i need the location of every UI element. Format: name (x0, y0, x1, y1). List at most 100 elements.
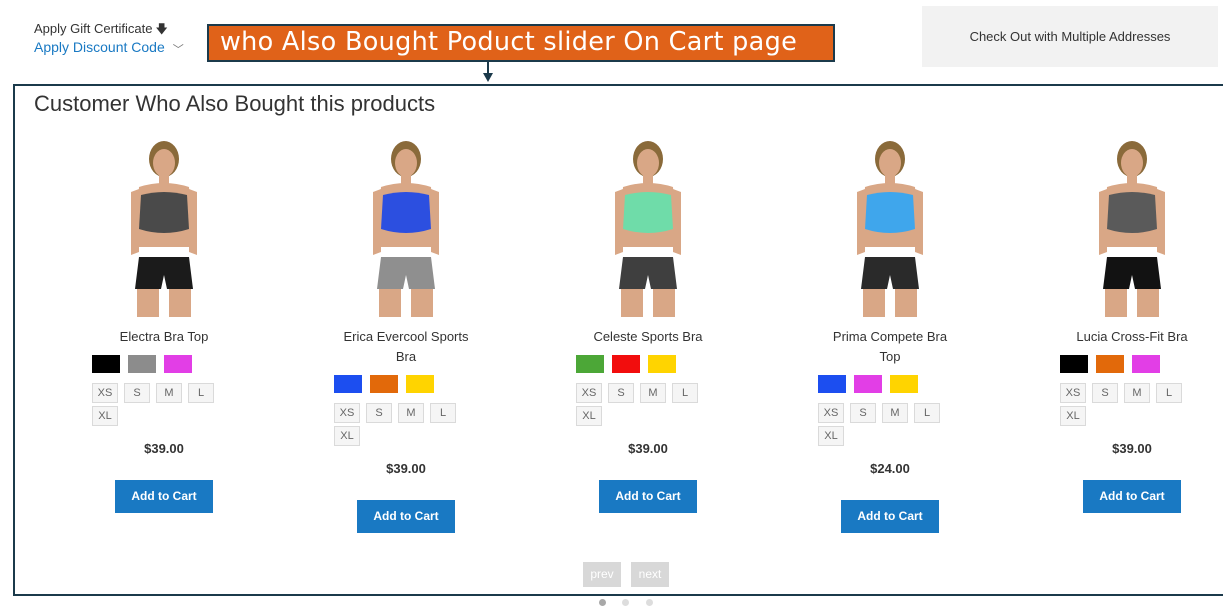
size-option[interactable]: M (1124, 383, 1150, 403)
color-swatch[interactable] (612, 355, 640, 373)
size-options: XS S M L XL (818, 403, 958, 449)
discount-code-label: Apply Discount Code (34, 39, 165, 55)
size-option[interactable]: M (156, 383, 182, 403)
size-option[interactable]: S (608, 383, 634, 403)
size-option[interactable]: L (914, 403, 940, 423)
product-name-line1: Electra Bra Top (119, 329, 209, 344)
annotation-banner: who Also Bought Poduct slider On Cart pa… (207, 24, 835, 62)
slider-dot[interactable] (646, 599, 653, 606)
size-option[interactable]: S (1092, 383, 1118, 403)
size-options: XS S M L XL (576, 383, 716, 429)
annotation-arrow-icon (483, 73, 493, 82)
arrow-down-icon: 🡇 (155, 22, 168, 36)
size-option[interactable]: L (188, 383, 214, 403)
product-name-line2: Bra (395, 349, 417, 364)
product-price: $39.00 (628, 441, 668, 456)
product-image[interactable] (1077, 137, 1187, 317)
product-options: XS S M L XL (69, 355, 259, 429)
cart-page: Apply Gift Certificate 🡇 Apply Discount C… (0, 0, 1223, 607)
product-name[interactable]: Celeste Sports Bra (553, 327, 743, 347)
product-price: $24.00 (870, 461, 910, 476)
product-name[interactable]: Prima Compete Bra Top (795, 327, 985, 367)
color-swatch[interactable] (92, 355, 120, 373)
size-option[interactable]: S (366, 403, 392, 423)
product-options: XS S M L XL (553, 355, 743, 429)
color-swatch[interactable] (370, 375, 398, 393)
color-swatch[interactable] (164, 355, 192, 373)
product-image[interactable] (835, 137, 945, 317)
size-option[interactable]: XS (334, 403, 360, 423)
product-card: Prima Compete Bra Top XS S M L XL $24.00 Add to … (795, 137, 985, 533)
size-option[interactable]: XS (818, 403, 844, 423)
color-swatch[interactable] (128, 355, 156, 373)
product-name[interactable]: Lucia Cross-Fit Bra (1037, 327, 1223, 347)
size-option[interactable]: XS (92, 383, 118, 403)
multi-address-label: Check Out with Multiple Addresses (969, 29, 1171, 44)
product-name-line1: Prima Compete Bra (832, 329, 948, 344)
size-option[interactable]: S (850, 403, 876, 423)
add-to-cart-button[interactable]: Add to Cart (1083, 480, 1181, 513)
product-name[interactable]: Electra Bra Top (69, 327, 259, 347)
product-image[interactable] (593, 137, 703, 317)
add-to-cart-button[interactable]: Add to Cart (357, 500, 455, 533)
chevron-down-icon: ﹀ (172, 44, 184, 56)
size-option[interactable]: XS (1060, 383, 1086, 403)
next-button[interactable]: next (631, 562, 669, 587)
size-option[interactable]: XL (92, 406, 118, 426)
product-price: $39.00 (386, 461, 426, 476)
color-swatches (92, 355, 259, 373)
product-price: $39.00 (144, 441, 184, 456)
product-image[interactable] (351, 137, 461, 317)
size-options: XS S M L XL (92, 383, 232, 429)
add-to-cart-button[interactable]: Add to Cart (115, 480, 213, 513)
product-card: Lucia Cross-Fit Bra XS S M L XL $39.00 Add to C… (1037, 137, 1223, 513)
color-swatches (334, 375, 501, 393)
product-name[interactable]: Erica Evercool Sports Bra (311, 327, 501, 367)
slider-dot[interactable] (622, 599, 629, 606)
color-swatch[interactable] (334, 375, 362, 393)
color-swatch[interactable] (890, 375, 918, 393)
color-swatch[interactable] (576, 355, 604, 373)
add-to-cart-button[interactable]: Add to Cart (841, 500, 939, 533)
color-swatch[interactable] (854, 375, 882, 393)
color-swatch[interactable] (1096, 355, 1124, 373)
size-option[interactable]: L (430, 403, 456, 423)
color-swatches (1060, 355, 1223, 373)
product-options: XS S M L XL (311, 375, 501, 449)
product-options: XS S M L XL (795, 375, 985, 449)
gift-certificate-label: Apply Gift Certificate (34, 21, 153, 36)
size-option[interactable]: XL (818, 426, 844, 446)
color-swatches (818, 375, 985, 393)
product-options: XS S M L XL (1037, 355, 1223, 429)
size-option[interactable]: XS (576, 383, 602, 403)
product-name-line1: Lucia Cross-Fit Bra (1076, 329, 1188, 344)
section-title: Customer Who Also Bought this products (34, 91, 436, 116)
apply-discount-code-link[interactable]: Apply Discount Code ﹀ (34, 39, 184, 56)
size-option[interactable]: XL (334, 426, 360, 446)
size-option[interactable]: M (640, 383, 666, 403)
size-option[interactable]: XL (1060, 406, 1086, 426)
product-price: $39.00 (1112, 441, 1152, 456)
product-name-line2: Top (879, 349, 901, 364)
color-swatch[interactable] (406, 375, 434, 393)
add-to-cart-button[interactable]: Add to Cart (599, 480, 697, 513)
apply-gift-certificate-link[interactable]: Apply Gift Certificate 🡇 (34, 20, 168, 41)
color-swatch[interactable] (818, 375, 846, 393)
product-name-line1: Erica Evercool Sports (343, 329, 469, 344)
color-swatch[interactable] (648, 355, 676, 373)
color-swatch[interactable] (1132, 355, 1160, 373)
size-options: XS S M L XL (1060, 383, 1200, 429)
product-name-line1: Celeste Sports Bra (593, 329, 703, 344)
color-swatch[interactable] (1060, 355, 1088, 373)
color-swatches (576, 355, 743, 373)
multi-address-checkout-button[interactable]: Check Out with Multiple Addresses (922, 6, 1218, 67)
size-option[interactable]: S (124, 383, 150, 403)
size-option[interactable]: L (1156, 383, 1182, 403)
size-option[interactable]: M (882, 403, 908, 423)
size-option[interactable]: M (398, 403, 424, 423)
size-option[interactable]: L (672, 383, 698, 403)
slider-dot[interactable] (599, 599, 606, 606)
size-option[interactable]: XL (576, 406, 602, 426)
product-image[interactable] (109, 137, 219, 317)
prev-button[interactable]: prev (583, 562, 621, 587)
